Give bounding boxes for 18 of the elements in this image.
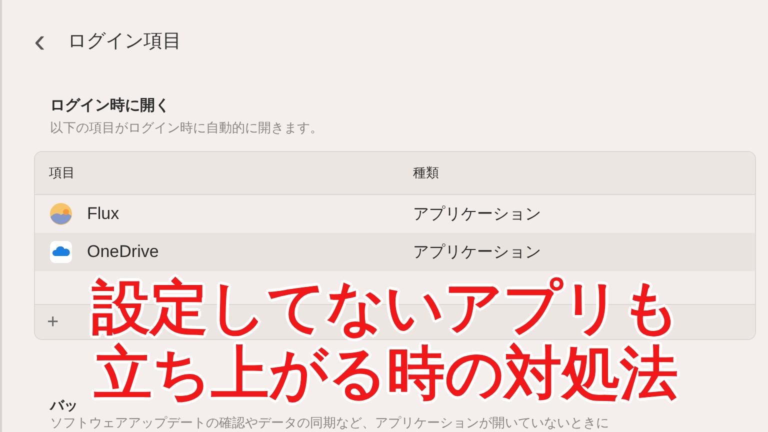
section-heading: バッ [50,397,79,413]
cloud-icon [49,240,73,264]
app-name: OneDrive [87,242,159,262]
column-header: 項目 [48,164,76,182]
section-description: ソフトウェアアップデートの確認やデータの同期など、アプリケーションが開いていないときに [50,415,609,431]
section-heading: ログイン時に開く [50,96,171,115]
add-button[interactable]: + [47,310,59,334]
app-type: アプリケーション [413,204,541,224]
sunset-icon [49,202,73,226]
table-row[interactable]: OneDrive アプリケーション [35,233,755,271]
back-button[interactable]: ‹ [34,22,46,60]
caption-text: 立ち上がる時の対処法 [94,341,678,407]
app-name: Flux [87,204,120,224]
app-type: アプリケーション [413,242,541,262]
section-description: 以下の項目がログイン時に自動的に開きます。 [50,119,324,137]
column-header: 種類 [413,164,439,182]
caption-text: 設定してないアプリも [92,275,680,341]
page-title: ログイン項目 [67,30,182,54]
